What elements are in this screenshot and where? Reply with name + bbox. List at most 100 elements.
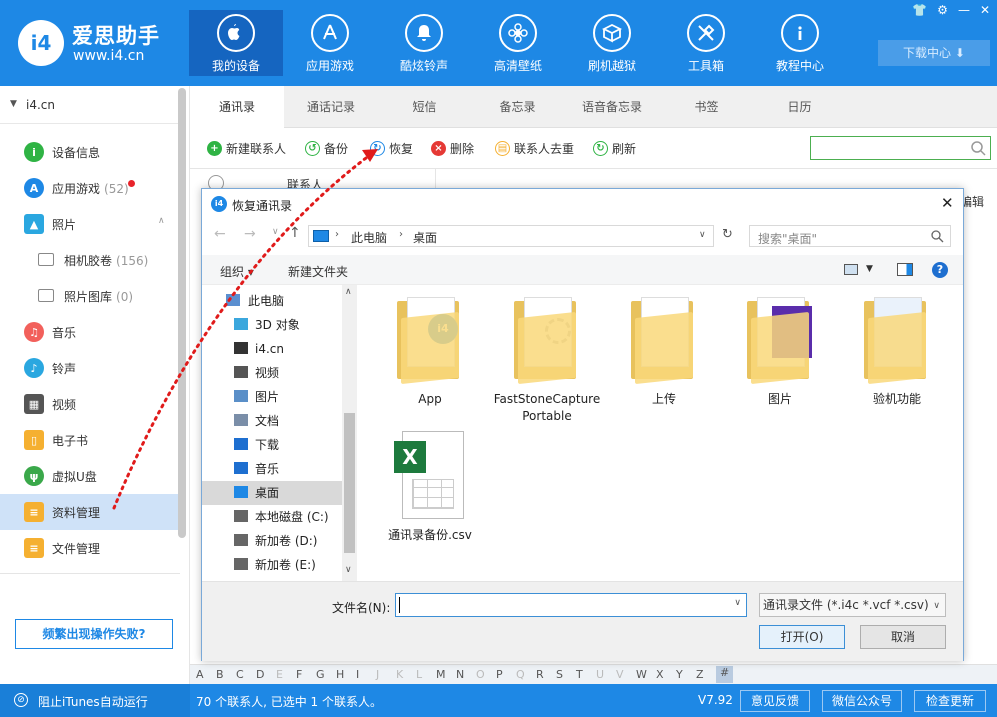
filetype-select[interactable]: 通讯录文件 (*.i4c *.vcf *.csv) ∨	[759, 593, 946, 617]
alpha-z[interactable]: Z	[696, 668, 704, 681]
tree-item-4[interactable]: 视频	[202, 361, 342, 385]
alpha-v[interactable]: V	[616, 668, 624, 681]
alpha-s[interactable]: S	[556, 668, 563, 681]
itunes-toggle[interactable]: ⊘ 阻止iTunes自动运行	[0, 684, 190, 717]
alpha-t[interactable]: T	[576, 668, 583, 681]
tree-item-2[interactable]: 3D 对象	[202, 313, 342, 337]
path-segment-this-pc[interactable]: 此电脑	[351, 229, 387, 246]
folder-item[interactable]: i4 App	[375, 297, 485, 408]
cancel-button[interactable]: 取消	[860, 625, 946, 649]
help-icon[interactable]: ?	[932, 262, 948, 278]
nav-tools[interactable]: 工具箱	[659, 10, 753, 76]
scroll-up-icon[interactable]: ∧	[345, 287, 352, 297]
alpha-o[interactable]: O	[476, 668, 485, 681]
sidebar-item-4[interactable]: 相机胶卷 (156)	[0, 242, 180, 278]
collapse-caret-icon[interactable]: ∧	[158, 216, 165, 226]
close-icon[interactable]: ✕	[980, 3, 990, 19]
address-bar[interactable]: › 此电脑 › 桌面 ∨	[308, 225, 714, 247]
tree-item-7[interactable]: 下载	[202, 433, 342, 457]
sidebar-item-6[interactable]: ♫ 音乐	[0, 314, 180, 350]
alpha-j[interactable]: J	[376, 668, 379, 681]
sidebar-item-8[interactable]: ▦ 视频	[0, 386, 180, 422]
alpha-m[interactable]: M	[436, 668, 446, 681]
sidebar-item-1[interactable]: i 设备信息	[0, 134, 180, 170]
refresh-button[interactable]: ↻ 刷新	[593, 139, 636, 157]
alpha-c[interactable]: C	[236, 668, 244, 681]
alpha-i[interactable]: I	[356, 668, 359, 681]
folder-item[interactable]: FastStoneCapturePortable	[492, 297, 602, 425]
alpha-g[interactable]: G	[316, 668, 325, 681]
alpha-h[interactable]: H	[336, 668, 344, 681]
alpha-p[interactable]: P	[496, 668, 503, 681]
nav-box[interactable]: 刷机越狱	[565, 10, 659, 76]
organize-menu[interactable]: 组织 ▾	[220, 263, 254, 280]
sidebar-item-11[interactable]: ≡ 资料管理	[0, 494, 180, 530]
tab-3[interactable]: 短信	[378, 86, 471, 128]
folder-item[interactable]: 图片	[725, 297, 835, 408]
device-selector[interactable]: ▼ i4.cn	[0, 86, 178, 124]
nav-apple[interactable]: 我的设备	[189, 10, 283, 76]
open-button[interactable]: 打开(O)	[759, 625, 845, 649]
alpha-l[interactable]: L	[416, 668, 422, 681]
alpha-r[interactable]: R	[536, 668, 544, 681]
up-arrow-icon[interactable]: ↑	[289, 225, 301, 241]
nav-app-store[interactable]: 应用游戏	[283, 10, 377, 76]
scroll-down-icon[interactable]: ∨	[345, 565, 352, 575]
alpha-q[interactable]: Q	[516, 668, 525, 681]
tab-2[interactable]: 通话记录	[284, 86, 378, 128]
sidebar-item-7[interactable]: ♪ 铃声	[0, 350, 180, 386]
shirt-icon[interactable]: 👕	[912, 3, 927, 19]
forward-arrow-icon[interactable]: →	[244, 226, 256, 242]
dedupe-button[interactable]: ▤ 联系人去重	[495, 139, 574, 157]
sidebar-item-9[interactable]: ▯ 电子书	[0, 422, 180, 458]
sidebar-item-5[interactable]: 照片图库 (0)	[0, 278, 180, 314]
alpha-hash[interactable]: #	[716, 666, 734, 683]
tree-item-11[interactable]: 新加卷 (D:)	[202, 529, 342, 553]
alpha-a[interactable]: A	[196, 668, 204, 681]
tree-item-9[interactable]: 桌面	[202, 481, 342, 505]
back-arrow-icon[interactable]: ←	[214, 226, 226, 242]
sidebar-item-2[interactable]: A 应用游戏 (52)	[0, 170, 180, 206]
filename-input[interactable]: ∨	[395, 593, 747, 617]
alpha-x[interactable]: X	[656, 668, 664, 681]
address-dropdown-icon[interactable]: ∨	[699, 230, 706, 240]
tree-item-8[interactable]: 音乐	[202, 457, 342, 481]
view-mode-icon[interactable]	[844, 264, 858, 275]
alpha-d[interactable]: D	[256, 668, 264, 681]
delete-button[interactable]: × 删除	[431, 139, 474, 157]
sidebar-item-3[interactable]: ▲ 照片 ∧	[0, 206, 180, 242]
desktop-search-input[interactable]: 搜索"桌面"	[749, 225, 951, 247]
path-segment-desktop[interactable]: 桌面	[413, 229, 437, 246]
sidebar-scrollbar[interactable]	[178, 88, 186, 538]
alpha-w[interactable]: W	[636, 668, 647, 681]
backup-button[interactable]: ↺ 备份	[305, 139, 348, 157]
tab-7[interactable]: 日历	[753, 86, 846, 128]
dialog-close-icon[interactable]: ✕	[941, 194, 954, 212]
refresh-icon[interactable]: ↻	[722, 227, 733, 242]
folder-item[interactable]: 上传	[609, 297, 719, 408]
alpha-n[interactable]: N	[456, 668, 464, 681]
tree-item-1[interactable]: 此电脑	[202, 289, 342, 313]
scroll-thumb[interactable]	[344, 413, 355, 553]
nav-bell[interactable]: 酷炫铃声	[377, 10, 471, 76]
tab-1[interactable]: 通讯录	[190, 86, 284, 128]
sidebar-item-10[interactable]: ψ 虚拟U盘	[0, 458, 180, 494]
feedback-button[interactable]: 意见反馈	[740, 690, 810, 712]
tree-item-12[interactable]: 新加卷 (E:)	[202, 553, 342, 577]
alpha-u[interactable]: U	[596, 668, 604, 681]
nav-info[interactable]: 教程中心	[753, 10, 847, 76]
alpha-f[interactable]: F	[296, 668, 302, 681]
plus-button[interactable]: + 新建联系人	[207, 139, 286, 157]
operation-failed-help-button[interactable]: 频繁出现操作失败?	[15, 619, 173, 649]
minimize-icon[interactable]: —	[958, 3, 970, 19]
tab-6[interactable]: 书签	[660, 86, 753, 128]
recent-caret-icon[interactable]: ∨	[272, 227, 279, 237]
filename-dropdown-icon[interactable]: ∨	[734, 598, 741, 608]
restore-button[interactable]: ↻ 恢复	[370, 139, 413, 157]
alpha-e[interactable]: E	[276, 668, 283, 681]
download-center-button[interactable]: 下载中心 ⬇	[878, 40, 990, 66]
nav-flower[interactable]: 高清壁纸	[471, 10, 565, 76]
wechat-button[interactable]: 微信公众号	[822, 690, 902, 712]
sidebar-item-12[interactable]: ≡ 文件管理	[0, 530, 180, 566]
new-folder-button[interactable]: 新建文件夹	[288, 263, 348, 280]
